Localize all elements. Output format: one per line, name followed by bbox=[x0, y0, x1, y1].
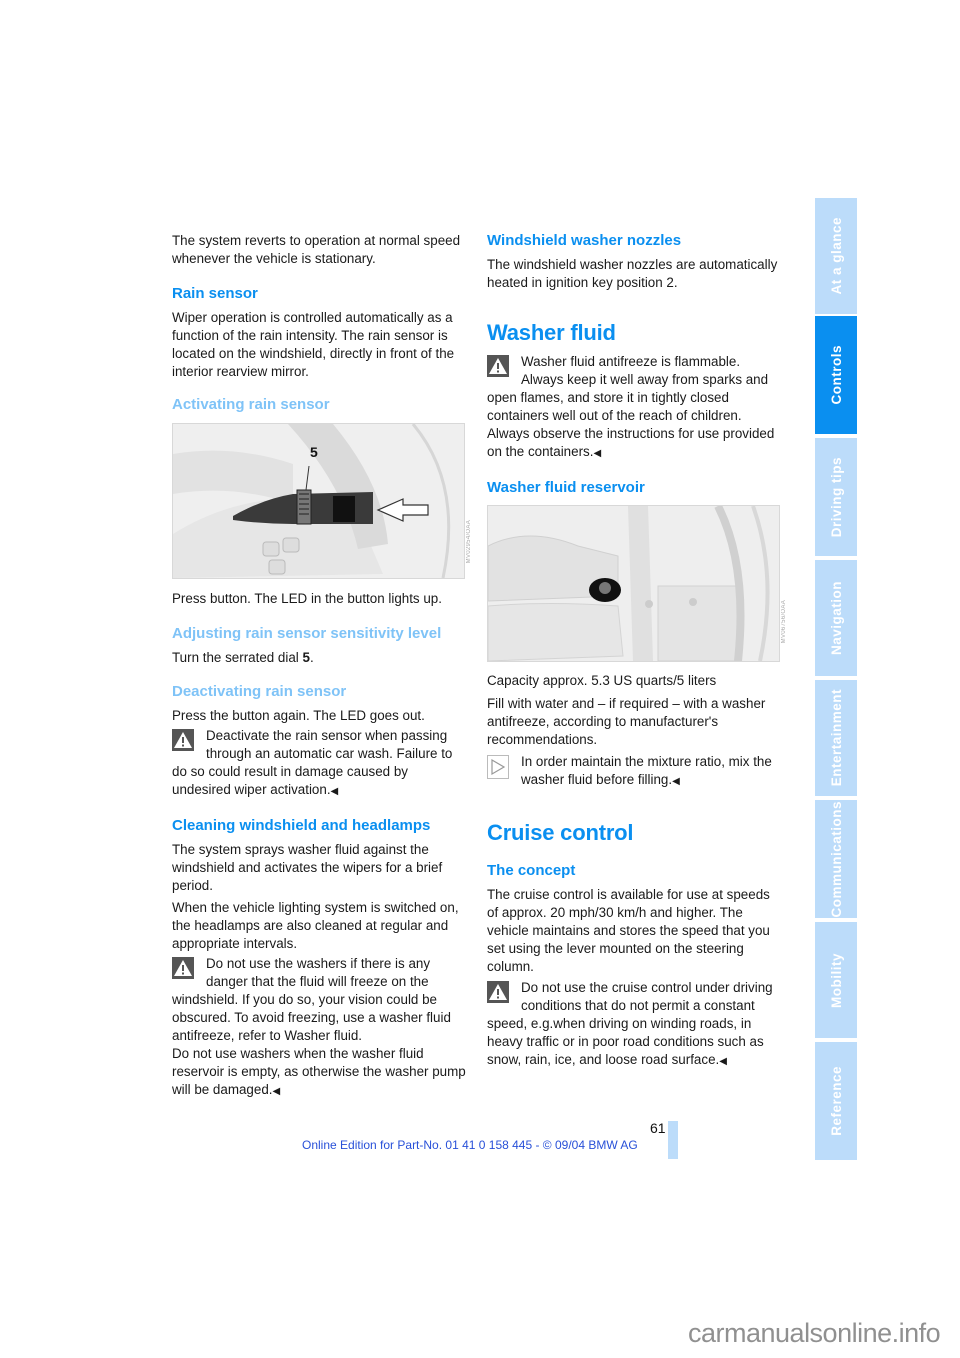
cruise-control-heading: Cruise control bbox=[487, 820, 634, 845]
engine-bay-illustration bbox=[488, 506, 779, 661]
reservoir-figure-code: MV06756/OAA bbox=[781, 600, 787, 644]
tab-label: At a glance bbox=[828, 217, 844, 295]
adjusting-text: Turn the serrated dial 5. bbox=[172, 649, 468, 667]
cleaning-text-1: The system sprays washer fluid against t… bbox=[172, 842, 443, 893]
adjusting-text-suffix: . bbox=[309, 650, 314, 665]
tab-reference[interactable]: Reference bbox=[815, 1042, 857, 1160]
rain-sensor-figure: 5 bbox=[172, 423, 465, 579]
activating-heading: Activating rain sensor bbox=[172, 396, 330, 413]
washer-fluid-heading: Washer fluid bbox=[487, 320, 616, 345]
empty-reservoir-warning-text: Do not use washers when the washer fluid… bbox=[172, 1046, 466, 1097]
warning-icon bbox=[172, 729, 194, 751]
warning-icon bbox=[487, 355, 509, 377]
cruise-warning: Do not use the cruise control under driv… bbox=[487, 979, 783, 1071]
tab-label: Communications bbox=[828, 800, 844, 918]
page-number: 61 bbox=[650, 1120, 666, 1136]
freeze-warning-text: Do not use the washers if there is any d… bbox=[172, 956, 451, 1043]
tab-label: Mobility bbox=[828, 952, 844, 1008]
steering-lever-illustration bbox=[173, 424, 464, 578]
page-marker-bar bbox=[668, 1121, 678, 1159]
tab-entertainment[interactable]: Entertainment bbox=[815, 680, 857, 796]
concept-heading: The concept bbox=[487, 862, 576, 879]
intro-text: The system reverts to operation at norma… bbox=[172, 233, 461, 266]
watermark: carmanualsonline.info bbox=[688, 1318, 941, 1348]
end-mark-icon: ◀ bbox=[593, 448, 602, 459]
reservoir-figure bbox=[487, 505, 780, 662]
flammable-warning: Washer fluid antifreeze is flammable. Al… bbox=[487, 353, 783, 463]
end-mark-icon: ◀ bbox=[330, 786, 339, 797]
note-arrow-icon bbox=[487, 755, 509, 779]
dial-reference: 5 bbox=[302, 650, 310, 665]
figure-code: MV02954/OAA bbox=[466, 520, 472, 564]
nozzles-text: The windshield washer nozzles are automa… bbox=[487, 257, 778, 290]
warning-icon bbox=[172, 957, 194, 979]
edition-footer: Online Edition for Part-No. 01 41 0 158 … bbox=[302, 1138, 638, 1152]
capacity-text: Capacity approx. 5.3 US quarts/5 liters bbox=[487, 673, 717, 688]
tab-at-a-glance[interactable]: At a glance bbox=[815, 198, 857, 314]
rain-sensor-heading: Rain sensor bbox=[172, 285, 258, 302]
tab-label: Navigation bbox=[828, 580, 844, 655]
warning-icon bbox=[487, 981, 509, 1003]
end-mark-icon: ◀ bbox=[672, 776, 680, 787]
deactivating-heading: Deactivating rain sensor bbox=[172, 683, 347, 700]
cleaning-heading: Cleaning windshield and headlamps bbox=[172, 817, 431, 834]
freeze-warning: Do not use the washers if there is any d… bbox=[172, 955, 468, 1101]
mixture-note: In order maintain the mixture ratio, mix… bbox=[487, 753, 783, 791]
tab-label: Controls bbox=[828, 345, 844, 405]
adjusting-heading: Adjusting rain sensor sensitivity level bbox=[172, 625, 442, 642]
fill-text: Fill with water and – if required – with… bbox=[487, 696, 766, 747]
flammable-warning-text: Washer fluid antifreeze is flammable. Al… bbox=[487, 354, 775, 459]
reservoir-heading: Washer fluid reservoir bbox=[487, 479, 645, 496]
cruise-warning-text: Do not use the cruise control under driv… bbox=[487, 980, 773, 1067]
adjusting-text-prefix: Turn the serrated dial bbox=[172, 650, 303, 665]
mixture-note-text: In order maintain the mixture ratio, mix… bbox=[521, 754, 772, 787]
end-mark-icon: ◀ bbox=[272, 1086, 281, 1097]
tab-label: Reference bbox=[828, 1066, 844, 1136]
tab-navigation[interactable]: Navigation bbox=[815, 560, 857, 676]
car-wash-warning-text: Deactivate the rain sensor when passing … bbox=[172, 728, 453, 797]
nozzles-heading: Windshield washer nozzles bbox=[487, 232, 682, 249]
tab-label: Driving tips bbox=[828, 456, 844, 538]
cleaning-text-2: When the vehicle lighting system is swit… bbox=[172, 900, 459, 951]
car-wash-warning: Deactivate the rain sensor when passing … bbox=[172, 727, 468, 801]
tab-driving-tips[interactable]: Driving tips bbox=[815, 438, 857, 556]
deactivating-text: Press the button again. The LED goes out… bbox=[172, 708, 425, 723]
rain-sensor-text: Wiper operation is controlled automatica… bbox=[172, 310, 455, 379]
tab-label: Entertainment bbox=[828, 689, 844, 787]
end-mark-icon: ◀ bbox=[719, 1056, 727, 1067]
tab-controls[interactable]: Controls bbox=[815, 316, 857, 434]
tab-mobility[interactable]: Mobility bbox=[815, 922, 857, 1038]
concept-text: The cruise control is available for use … bbox=[487, 887, 770, 974]
figure-label-5: 5 bbox=[310, 444, 318, 460]
activating-text: Press button. The LED in the button ligh… bbox=[172, 591, 442, 606]
tab-communications[interactable]: Communications bbox=[815, 800, 857, 918]
